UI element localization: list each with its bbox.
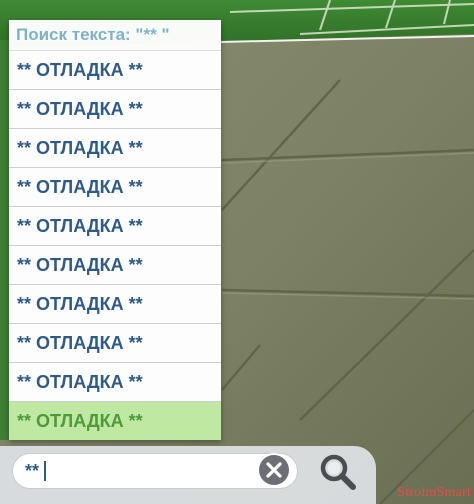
list-item[interactable]: ** ОТЛАДКА ** [9,90,221,129]
list-item[interactable]: ** ОТЛАДКА ** [9,285,221,324]
clear-search-button[interactable] [257,453,291,487]
search-results-list: ** ОТЛАДКА ** ** ОТЛАДКА ** ** ОТЛАДКА ** *… [9,51,221,440]
magnifier-icon [320,454,356,490]
list-item[interactable]: ** ОТЛАДКА ** [9,324,221,363]
text-cursor [44,461,47,481]
list-item[interactable]: ** ОТЛАДКА ** [9,246,221,285]
close-circle-icon [259,455,289,485]
cheat-search-results-panel: Поиск текста: "** " ** ОТЛАДКА ** ** ОТЛА… [9,20,221,440]
search-results-header: Поиск текста: "** " [9,20,221,51]
list-item[interactable]: ** ОТЛАДКА ** [9,129,221,168]
search-input-text: ** [25,460,47,482]
list-item[interactable]: ** ОТЛАДКА ** [9,363,221,402]
list-item[interactable]: ** ОТЛАДКА ** [9,207,221,246]
watermark: StroimSmart [397,485,471,500]
list-item-selected[interactable]: ** ОТЛАДКА ** [9,402,221,440]
search-bar: ** [0,446,376,504]
search-input-value: ** [25,461,40,481]
search-button[interactable] [316,450,360,494]
list-item[interactable]: ** ОТЛАДКА ** [9,51,221,90]
search-input[interactable]: ** [12,453,298,489]
list-item[interactable]: ** ОТЛАДКА ** [9,168,221,207]
